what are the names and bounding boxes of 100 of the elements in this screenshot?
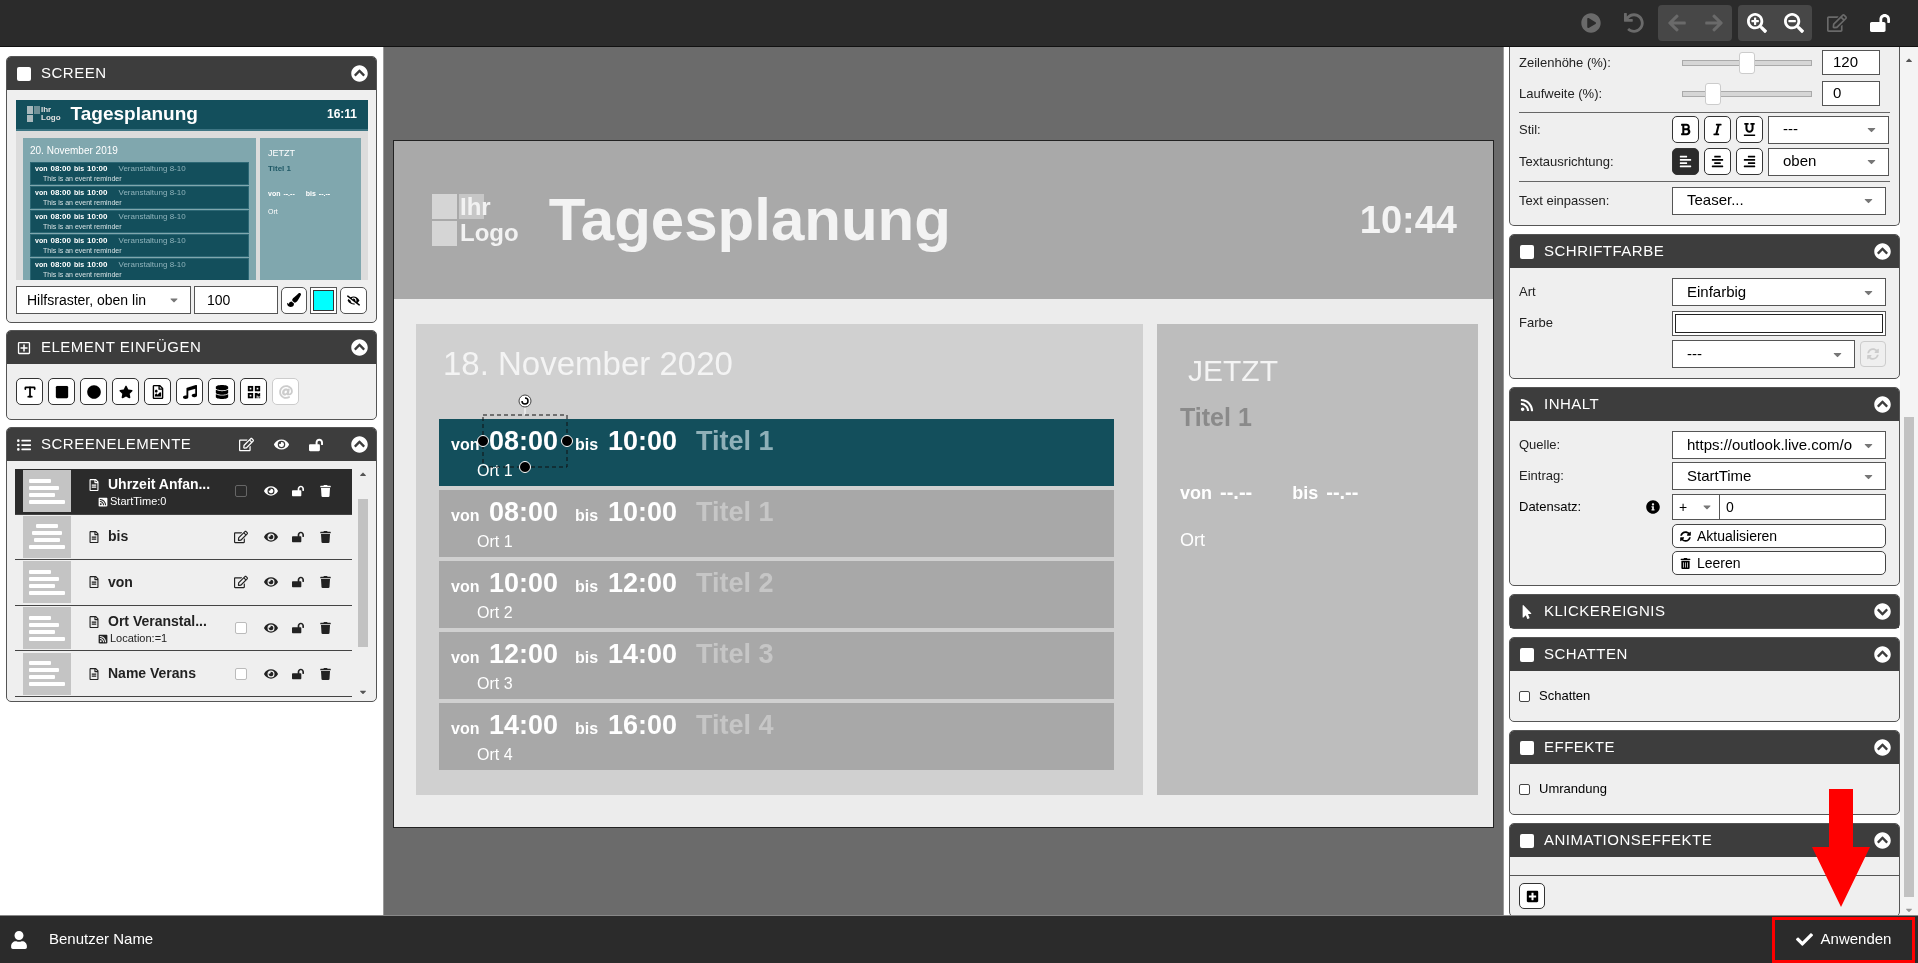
panel-header[interactable]: ELEMENT EINFÜGEN: [7, 331, 376, 364]
color-field[interactable]: [1672, 310, 1886, 336]
fit-select[interactable]: Teaser...: [1672, 186, 1886, 215]
checkbox[interactable]: [1519, 783, 1530, 795]
vertical-align-select[interactable]: oben: [1768, 147, 1889, 176]
slider-thumb[interactable]: [1739, 51, 1755, 74]
eye-icon[interactable]: [264, 666, 278, 681]
collapse-icon[interactable]: [351, 339, 368, 356]
collapse-icon[interactable]: [1874, 832, 1892, 849]
field-label: Text einpassen:: [1519, 191, 1611, 210]
element-list-item[interactable]: Name Verans: [15, 651, 352, 697]
star-icon: [118, 384, 133, 399]
panel-header[interactable]: SCREEN: [7, 57, 376, 90]
checkbox[interactable]: [235, 485, 247, 498]
field-label: Farbe: [1519, 314, 1554, 333]
trash-icon[interactable]: [320, 485, 331, 498]
slider-thumb[interactable]: [1704, 82, 1721, 105]
source-select[interactable]: https://outlook.live.com/o: [1672, 431, 1886, 459]
trash-icon[interactable]: [320, 576, 331, 589]
underline-button[interactable]: [1736, 116, 1763, 143]
add-animation-button[interactable]: [1519, 883, 1545, 909]
edit-icon[interactable]: [234, 529, 248, 544]
trash-icon[interactable]: [320, 667, 331, 680]
eye-icon[interactable]: [264, 575, 278, 590]
panel-header[interactable]: SCHRIFTFARBE: [1510, 235, 1900, 268]
grid-select[interactable]: Hilfsraster, oben lin: [16, 286, 191, 314]
align-right-button[interactable]: [1736, 148, 1763, 175]
padlock-icon[interactable]: [292, 576, 304, 589]
collapse-icon[interactable]: [1874, 646, 1892, 663]
collapse-icon[interactable]: [351, 65, 368, 82]
align-center-icon: [1711, 155, 1724, 168]
trash-icon[interactable]: [320, 622, 331, 635]
eye-icon[interactable]: [264, 529, 278, 544]
padlock-icon[interactable]: [292, 530, 304, 543]
music-note-tool-button[interactable]: [176, 378, 203, 405]
checkbox[interactable]: [235, 622, 247, 635]
eye-icon[interactable]: [264, 621, 278, 636]
text-tool-button[interactable]: [16, 378, 43, 405]
padlock-icon[interactable]: [292, 622, 304, 635]
bold-button[interactable]: [1672, 116, 1699, 143]
event-location: Ort 4: [476, 744, 514, 765]
trash-icon[interactable]: [320, 530, 331, 543]
edit-icon[interactable]: [234, 575, 248, 590]
qr-code-tool-button[interactable]: [240, 378, 267, 405]
image-tool-button[interactable]: [144, 378, 171, 405]
panel-header[interactable]: SCHATTEN: [1510, 638, 1900, 671]
padlock-icon[interactable]: [292, 667, 304, 680]
element-list-item[interactable]: bis: [15, 514, 352, 561]
padlock-icon[interactable]: [309, 437, 324, 452]
collapse-icon[interactable]: [1874, 739, 1892, 756]
checkbox[interactable]: [1519, 690, 1530, 702]
expand-icon[interactable]: [1874, 603, 1892, 620]
preview-event-title: Veranstaltung 8-10: [118, 259, 186, 270]
to-label: bis: [575, 576, 600, 597]
apply-button[interactable]: Anwenden: [1772, 916, 1915, 963]
preview-time: 10:00: [87, 163, 108, 174]
element-list-item[interactable]: Uhrzeit Anfan... StartTime:0: [15, 469, 352, 515]
circle-tool-button[interactable]: [80, 378, 107, 405]
value-field[interactable]: 0: [1822, 81, 1880, 106]
element-list-item[interactable]: Ort Veranstal... Location:=1: [15, 605, 352, 652]
value-field[interactable]: 120: [1822, 50, 1880, 75]
panel-header[interactable]: INHALT: [1510, 388, 1900, 421]
style-select[interactable]: ---: [1768, 115, 1889, 144]
logo-text: Ihr: [460, 194, 492, 220]
database-tool-button[interactable]: [208, 378, 235, 405]
panel-header[interactable]: EFFEKTE: [1510, 731, 1900, 764]
refresh-button[interactable]: Aktualisieren: [1672, 524, 1886, 548]
record-field[interactable]: 0: [1720, 494, 1886, 520]
plus-icon: [1525, 889, 1539, 903]
panel-header[interactable]: ANIMATIONSEFFEKTE: [1510, 824, 1900, 857]
panel-header[interactable]: SCREENELEMENTE: [7, 428, 376, 461]
entry-select[interactable]: StartTime: [1672, 462, 1886, 490]
collapse-icon[interactable]: [1874, 396, 1892, 413]
italic-button[interactable]: [1704, 116, 1731, 143]
star-tool-button[interactable]: [112, 378, 139, 405]
scrollbar[interactable]: [1900, 47, 1918, 915]
align-center-button[interactable]: [1704, 148, 1731, 175]
grid-size-field[interactable]: 100: [193, 286, 278, 314]
color-preset-select[interactable]: ---: [1672, 340, 1855, 368]
padlock-icon: [1869, 13, 1890, 33]
trash-button[interactable]: Leeren: [1672, 551, 1886, 575]
record-sign-select[interactable]: +: [1672, 494, 1720, 520]
square-tool-button[interactable]: [48, 378, 75, 405]
slider-track[interactable]: [1682, 51, 1812, 74]
info-icon[interactable]: [1646, 500, 1660, 514]
brush-button[interactable]: [280, 286, 308, 314]
visibility-button[interactable]: [340, 286, 367, 314]
checkbox[interactable]: [235, 667, 247, 680]
element-list-item[interactable]: von: [15, 560, 352, 606]
edit-icon[interactable]: [239, 437, 255, 452]
collapse-icon[interactable]: [351, 436, 368, 453]
align-left-button[interactable]: [1672, 148, 1699, 175]
slider-track[interactable]: [1682, 82, 1812, 105]
padlock-icon[interactable]: [292, 485, 304, 498]
type-select[interactable]: Einfarbig: [1672, 278, 1886, 306]
eye-icon[interactable]: [264, 484, 278, 499]
panel-header[interactable]: KLICKEREIGNIS: [1510, 595, 1900, 628]
eye-icon[interactable]: [274, 437, 290, 452]
screen-preview[interactable]: [16, 100, 368, 280]
collapse-icon[interactable]: [1874, 243, 1892, 260]
